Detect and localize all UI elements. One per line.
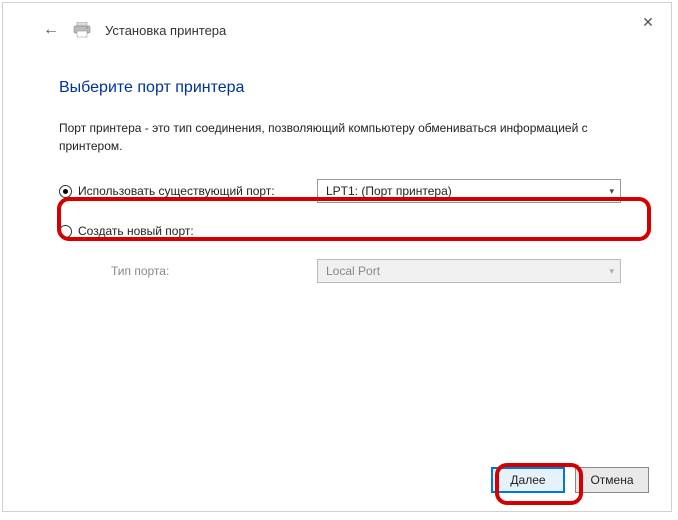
dropdown-existing-port[interactable]: LPT1: (Порт принтера) ▾ — [317, 179, 621, 203]
dropdown-port-type: Local Port ▾ — [317, 259, 621, 283]
label-port-type: Тип порта: — [59, 264, 317, 278]
radio-existing-port[interactable] — [59, 185, 72, 198]
printer-icon — [73, 22, 91, 38]
label-existing-port[interactable]: Использовать существующий порт: — [78, 184, 275, 198]
window-header: ← Установка принтера — [3, 3, 671, 39]
label-create-port[interactable]: Создать новый порт: — [78, 224, 194, 238]
wizard-window: ✕ ← Установка принтера Выберите порт при… — [2, 2, 672, 512]
page-description: Порт принтера - это тип соединения, позв… — [59, 119, 621, 155]
page-heading: Выберите порт принтера — [59, 79, 621, 97]
next-button[interactable]: Далее — [491, 467, 565, 493]
close-icon[interactable]: ✕ — [639, 13, 657, 31]
dropdown-port-type-value: Local Port — [326, 264, 380, 278]
option-create-port: Создать новый порт: — [59, 217, 621, 245]
chevron-down-icon: ▾ — [609, 186, 614, 197]
radio-create-port[interactable] — [59, 225, 72, 238]
back-arrow-icon[interactable]: ← — [43, 21, 59, 39]
cancel-button[interactable]: Отмена — [575, 467, 649, 493]
row-port-type: Тип порта: Local Port ▾ — [59, 257, 621, 285]
dropdown-existing-value: LPT1: (Порт принтера) — [326, 184, 452, 198]
content-area: Выберите порт принтера Порт принтера - э… — [3, 39, 671, 285]
footer-buttons: Далее Отмена — [491, 467, 649, 493]
option-existing-port: Использовать существующий порт: LPT1: (П… — [59, 177, 621, 205]
chevron-down-icon: ▾ — [609, 266, 614, 277]
window-title: Установка принтера — [105, 23, 226, 38]
